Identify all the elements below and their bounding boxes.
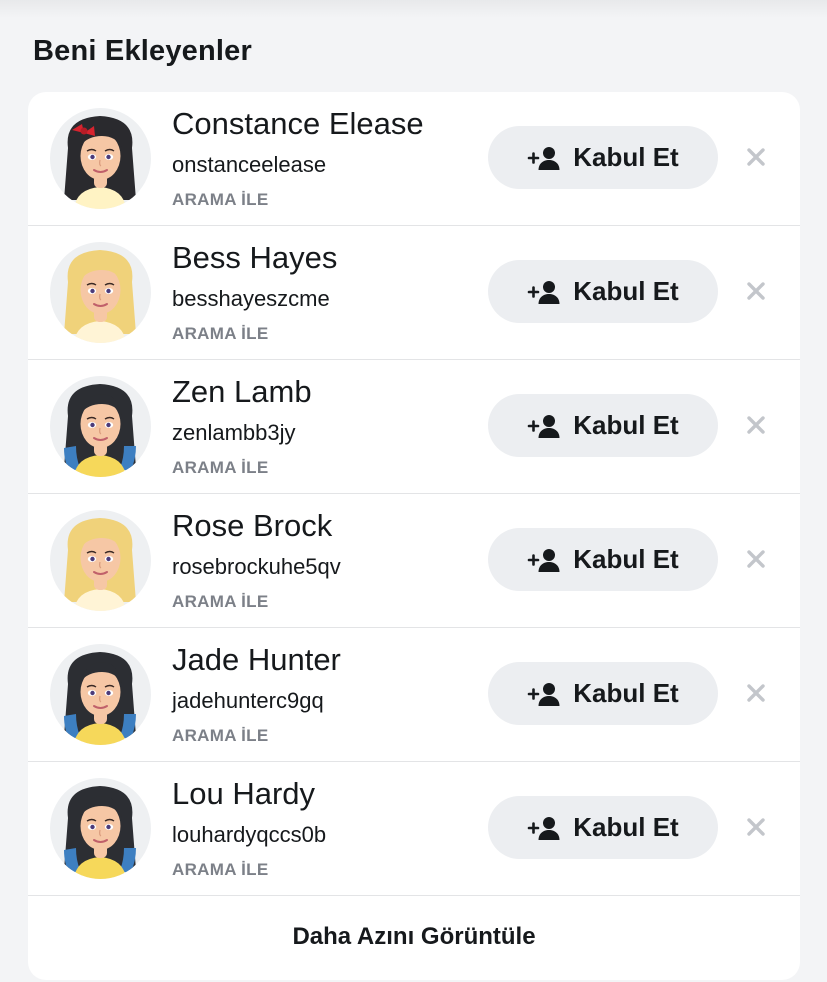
added-via-label: ARAMA İLE <box>172 458 269 477</box>
accept-button[interactable]: Kabul Et <box>488 126 718 189</box>
friend-request-row: Jade Hunter jadehunterc9gq ARAMA İLE Kab… <box>28 628 800 762</box>
username: onstanceelease <box>172 152 327 177</box>
avatar-dark-blue-hair[interactable] <box>50 778 151 879</box>
add-friend-icon <box>527 145 561 171</box>
display-name: Jade Hunter <box>172 642 341 677</box>
add-friend-icon <box>527 815 561 841</box>
dismiss-button[interactable] <box>744 147 768 171</box>
username: rosebrockuhe5qv <box>172 554 341 579</box>
added-via-label: ARAMA İLE <box>172 726 269 745</box>
close-icon <box>746 549 766 574</box>
close-icon <box>746 817 766 842</box>
accept-button-label: Kabul Et <box>573 544 679 574</box>
accept-button-label: Kabul Et <box>573 812 679 842</box>
friend-request-row: Zen Lamb zenlambb3jy ARAMA İLE Kabul Et <box>28 360 800 494</box>
accept-button-label: Kabul Et <box>573 678 679 708</box>
username: louhardyqccs0b <box>172 822 327 847</box>
close-icon <box>746 147 766 172</box>
display-name: Rose Brock <box>172 508 333 543</box>
accept-button-label: Kabul Et <box>573 410 679 440</box>
top-shadow <box>0 0 827 18</box>
close-icon <box>746 415 766 440</box>
added-via-label: ARAMA İLE <box>172 592 269 611</box>
username: besshayeszcme <box>172 286 330 311</box>
accept-button-label: Kabul Et <box>573 142 679 172</box>
section-title: Beni Ekleyenler <box>33 35 252 67</box>
added-via-label: ARAMA İLE <box>172 190 269 209</box>
close-icon <box>746 683 766 708</box>
username: jadehunterc9gq <box>172 688 324 713</box>
dismiss-button[interactable] <box>744 281 768 305</box>
avatar-blonde-hair[interactable] <box>50 242 151 343</box>
friend-request-row: Constance Elease onstanceelease ARAMA İL… <box>28 92 800 226</box>
dismiss-button[interactable] <box>744 683 768 707</box>
view-less-button[interactable]: Daha Azını Görüntüle <box>28 894 800 980</box>
display-name: Zen Lamb <box>172 374 312 409</box>
friend-request-row: Bess Hayes besshayeszcme ARAMA İLE Kabul… <box>28 226 800 360</box>
avatar-blonde-hair[interactable] <box>50 510 151 611</box>
accept-button[interactable]: Kabul Et <box>488 528 718 591</box>
close-icon <box>746 281 766 306</box>
avatar-dark-blue-hair[interactable] <box>50 376 151 477</box>
display-name: Bess Hayes <box>172 240 338 275</box>
add-friend-icon <box>527 547 561 573</box>
added-via-label: ARAMA İLE <box>172 860 269 879</box>
add-friend-icon <box>527 681 561 707</box>
dismiss-button[interactable] <box>744 549 768 573</box>
accept-button[interactable]: Kabul Et <box>488 796 718 859</box>
display-name: Lou Hardy <box>172 776 316 811</box>
accept-button[interactable]: Kabul Et <box>488 662 718 725</box>
friend-request-row: Rose Brock rosebrockuhe5qv ARAMA İLE Kab… <box>28 494 800 628</box>
accept-button[interactable]: Kabul Et <box>488 260 718 323</box>
friend-request-row: Lou Hardy louhardyqccs0b ARAMA İLE Kabul… <box>28 762 800 896</box>
display-name: Constance Elease <box>172 106 424 141</box>
avatar-dark-blue-hair[interactable] <box>50 644 151 745</box>
add-friend-icon <box>527 413 561 439</box>
dismiss-button[interactable] <box>744 817 768 841</box>
username: zenlambb3jy <box>172 420 296 445</box>
friend-requests-card: Constance Elease onstanceelease ARAMA İL… <box>28 92 800 980</box>
dismiss-button[interactable] <box>744 415 768 439</box>
added-via-label: ARAMA İLE <box>172 324 269 343</box>
accept-button-label: Kabul Et <box>573 276 679 306</box>
avatar-dark-hair-red-bow[interactable] <box>50 108 151 209</box>
accept-button[interactable]: Kabul Et <box>488 394 718 457</box>
add-friend-icon <box>527 279 561 305</box>
